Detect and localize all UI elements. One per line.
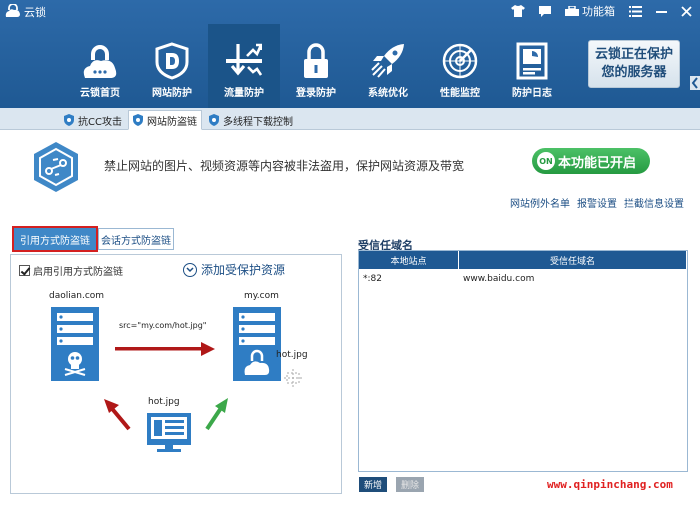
protected-file-label: hot.jpg: [276, 350, 308, 360]
close-icon[interactable]: [681, 5, 692, 17]
user-to-hotlink-arrow: [104, 399, 131, 431]
tshirt-skin-icon[interactable]: [511, 5, 525, 17]
shield-d-icon: [155, 42, 189, 80]
nav-label: 网站防护: [152, 88, 192, 99]
nav-item-home[interactable]: 云锁首页: [64, 24, 136, 108]
nav-item-login-protection[interactable]: 登录防护: [280, 24, 352, 108]
hotlink-request-arrow: [115, 342, 215, 356]
main-nav: 云锁首页 网站防护 流量防护 登录防护 系统优化 性能监控 防护日志: [64, 24, 568, 108]
traffic-arrows-icon: [226, 43, 262, 76]
feature-description: 禁止网站的图片、视频资源等内容被非法盗用，保护网站资源及带宽: [104, 159, 465, 173]
nav-label: 系统优化: [368, 88, 408, 99]
on-badge: ON: [537, 152, 555, 170]
protected-response-arrow: [205, 398, 228, 431]
add-domain-button[interactable]: 新增: [359, 477, 387, 492]
protection-status-line1: 云锁正在保护: [594, 47, 673, 62]
cell-local-site: *:82: [363, 274, 382, 284]
site-watermark: www.qinpinchang.com: [547, 478, 673, 491]
protection-status-badge: 云锁正在保护 您的服务器: [588, 40, 680, 88]
add-resource-label: 添加受保护资源: [201, 263, 286, 277]
table-row[interactable]: *:82 www.baidu.com: [359, 269, 687, 289]
minimize-icon[interactable]: [656, 6, 667, 17]
hotlink-shield-icon: [34, 142, 78, 192]
tab-anti-cc[interactable]: 抗CC攻击: [60, 110, 126, 130]
shield-small-icon: [133, 114, 143, 126]
message-icon[interactable]: [539, 5, 551, 17]
tab-referer-hotlink[interactable]: 引用方式防盗链: [12, 226, 98, 252]
app-logo-icon: [5, 4, 20, 17]
shield-small-icon: [64, 114, 74, 126]
referer-hotlink-panel: 启用引用方式防盗链 添加受保护资源 daolian.com my.com src…: [10, 254, 342, 494]
drag-cursor-icon: [284, 369, 302, 387]
nav-item-protection-log[interactable]: 防护日志: [496, 24, 568, 108]
hotlink-server-icon: [51, 307, 99, 381]
nav-label: 性能监控: [440, 88, 480, 99]
toolbox-label: 功能箱: [582, 5, 615, 18]
rocket-icon: [371, 44, 404, 78]
src-reference-label: src="my.com/hot.jpg": [119, 321, 207, 330]
shield-small-icon: [209, 114, 219, 126]
feature-toggle-button[interactable]: ON 本功能已开启: [532, 148, 650, 174]
toolbox-icon: [565, 6, 579, 16]
nav-label: 登录防护: [296, 88, 336, 99]
app-header: 云锁 功能箱 云锁首页 网站防护 流量防护 登录防护 系统优化 性能监控 防护日…: [0, 0, 700, 108]
feature-toggle-label: 本功能已开启: [558, 155, 637, 171]
browser-monitor-icon: [147, 413, 191, 452]
tab-label: 抗CC攻击: [78, 116, 122, 128]
table-header: 本地站点 受信任域名: [359, 251, 687, 269]
delete-domain-button[interactable]: 删除: [396, 477, 424, 492]
nav-label: 云锁首页: [80, 88, 120, 99]
protection-status-line2: 您的服务器: [601, 65, 667, 80]
column-header-local-site[interactable]: 本地站点: [359, 251, 459, 269]
nav-item-web-protection[interactable]: 网站防护: [136, 24, 208, 108]
title-bar: 云锁 功能箱: [0, 0, 700, 22]
nav-item-system-optimization[interactable]: 系统优化: [352, 24, 424, 108]
radar-icon: [442, 43, 478, 79]
toolbox-button[interactable]: 功能箱: [565, 3, 615, 19]
tab-session-hotlink[interactable]: 会话方式防盗链: [98, 228, 174, 250]
viewer-file-label: hot.jpg: [148, 397, 180, 407]
sub-tab-bar: 抗CC攻击 网站防盗链 多线程下载控制: [0, 108, 700, 130]
nav-label: 流量防护: [224, 88, 264, 99]
feature-info-panel: 禁止网站的图片、视频资源等内容被非法盗用，保护网站资源及带宽 ON 本功能已开启…: [0, 131, 700, 221]
padlock-icon: [304, 43, 328, 78]
alert-settings-link[interactable]: 报警设置: [577, 195, 617, 210]
column-header-trusted-domain[interactable]: 受信任域名: [459, 251, 687, 269]
settings-links: 网站例外名单 报警设置 拦截信息设置: [510, 195, 684, 210]
tab-multithread-download[interactable]: 多线程下载控制: [205, 110, 297, 130]
log-document-icon: [516, 42, 548, 80]
window-title: 云锁: [24, 6, 46, 19]
nav-item-traffic-protection[interactable]: 流量防护: [208, 24, 280, 108]
enable-referer-hotlink-checkbox[interactable]: 启用引用方式防盗链: [19, 263, 123, 278]
nav-item-performance-monitor[interactable]: 性能监控: [424, 24, 496, 108]
window-controls: 功能箱: [511, 2, 692, 20]
checkbox-label: 启用引用方式防盗链: [33, 267, 123, 278]
nav-label: 防护日志: [512, 88, 552, 99]
protected-site-label: my.com: [244, 291, 279, 301]
side-collapse-arrow-icon[interactable]: [690, 76, 700, 90]
hotlink-site-label: daolian.com: [49, 291, 105, 301]
checkbox-checked[interactable]: [19, 265, 30, 276]
whitelist-link[interactable]: 网站例外名单: [510, 195, 570, 210]
cloud-lock-icon: [83, 45, 117, 78]
trusted-domains-table: 本地站点 受信任域名 *:82 www.baidu.com: [358, 250, 688, 472]
add-protected-resource-button[interactable]: 添加受保护资源: [183, 261, 285, 278]
tab-label: 多线程下载控制: [223, 116, 293, 128]
block-settings-link[interactable]: 拦截信息设置: [624, 195, 684, 210]
cell-trusted-domain: www.baidu.com: [463, 274, 535, 284]
chevron-down-circle-icon: [183, 262, 197, 277]
menu-icon[interactable]: [629, 5, 642, 17]
protected-server-icon: [233, 307, 281, 381]
tab-anti-hotlink[interactable]: 网站防盗链: [128, 110, 202, 130]
tab-label: 网站防盗链: [147, 116, 197, 128]
